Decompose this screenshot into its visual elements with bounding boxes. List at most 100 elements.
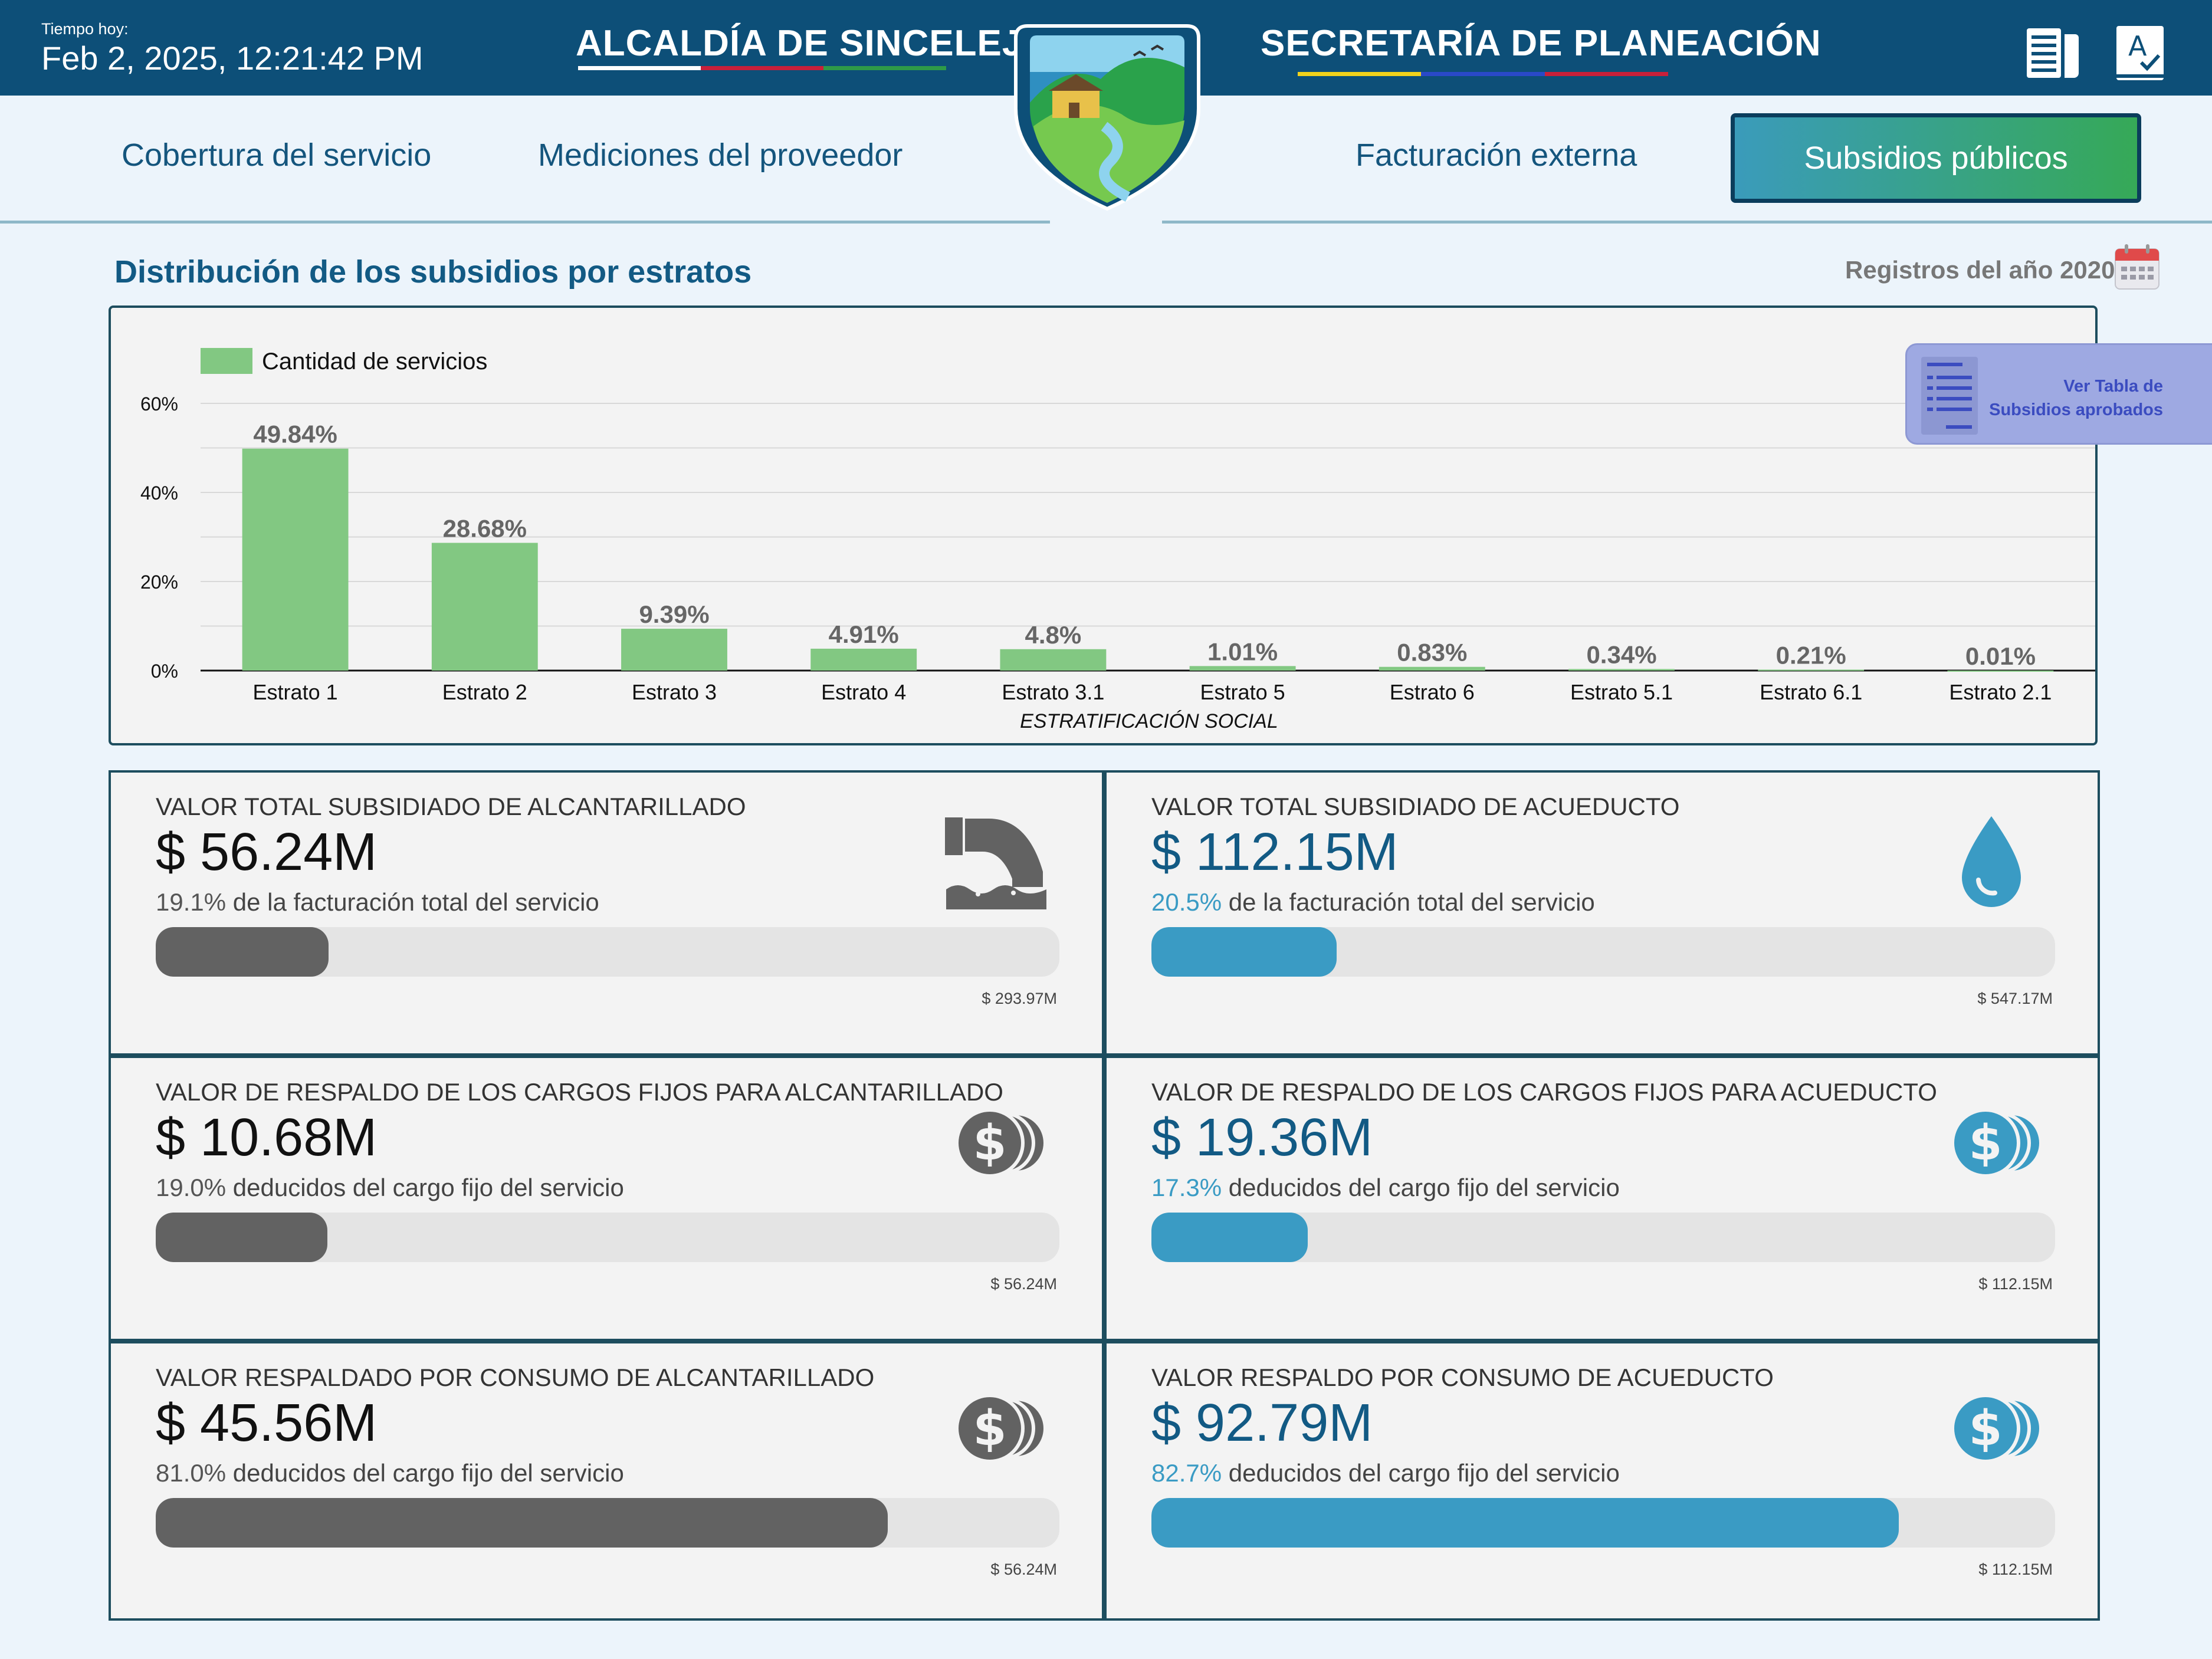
x-tick-label: Estrato 6.1: [1760, 680, 1862, 704]
data-label: 0.83%: [1397, 639, 1467, 666]
progress-bar-fill: [156, 1213, 328, 1262]
progress-bar: [156, 1213, 1059, 1262]
book-icon[interactable]: [2024, 24, 2083, 83]
kpi-card: VALOR DE RESPALDO DE LOS CARGOS FIJOS PA…: [1104, 1056, 2100, 1341]
card-subtitle: 81.0% deducidos del cargo fijo del servi…: [156, 1459, 624, 1487]
y-tick-label: 40%: [140, 482, 178, 504]
card-value: $ 19.36M: [1151, 1108, 1373, 1167]
spell-check-icon[interactable]: A: [2112, 24, 2171, 83]
card-description: deducidos del cargo fijo del servicio: [226, 1459, 624, 1487]
progress-bar: [156, 1498, 1059, 1548]
x-tick-label: Estrato 1: [253, 680, 338, 704]
card-subtitle: 82.7% deducidos del cargo fijo del servi…: [1151, 1459, 1620, 1487]
document-list-icon: [1919, 356, 1980, 436]
card-value: $ 45.56M: [156, 1394, 378, 1453]
card-value: $ 112.15M: [1151, 823, 1399, 882]
data-label: 4.8%: [1025, 621, 1082, 649]
coins-icon: $: [943, 1375, 1049, 1481]
bar[interactable]: [431, 543, 538, 671]
section-title: Distribución de los subsidios por estrat…: [114, 254, 752, 290]
coins-icon: $: [1938, 1375, 2044, 1481]
coins-icon: $: [1938, 1090, 2044, 1196]
ver-tabla-line2: Subsidios aprobados: [1989, 400, 2163, 419]
alcaldia-underline: [578, 66, 946, 70]
x-tick-label: Estrato 2.1: [1949, 680, 2052, 704]
card-total: $ 293.97M: [982, 990, 1057, 1007]
bar[interactable]: [1000, 649, 1107, 671]
card-subtitle: 19.0% deducidos del cargo fijo del servi…: [156, 1174, 624, 1202]
progress-bar-fill: [1151, 1498, 1899, 1548]
x-tick-label: Estrato 5: [1200, 680, 1285, 704]
card-subtitle: 17.3% deducidos del cargo fijo del servi…: [1151, 1174, 1620, 1202]
ver-tabla-subsidios-button[interactable]: Ver Tabla de Subsidios aprobados: [1905, 343, 2212, 445]
x-tick-label: Estrato 3.1: [1002, 680, 1104, 704]
card-title: VALOR DE RESPALDO DE LOS CARGOS FIJOS PA…: [1151, 1078, 1937, 1106]
card-title: VALOR TOTAL SUBSIDIADO DE ALCANTARILLADO: [156, 793, 746, 820]
progress-bar: [1151, 927, 2055, 977]
data-label: 9.39%: [639, 600, 709, 628]
y-tick-label: 20%: [140, 571, 178, 593]
bar[interactable]: [810, 648, 917, 671]
ver-tabla-label: Ver Tabla de Subsidios aprobados: [1980, 374, 2163, 422]
x-tick-label: Estrato 5.1: [1570, 680, 1673, 704]
card-percentage: 82.7%: [1151, 1459, 1222, 1487]
data-label: 4.91%: [829, 620, 899, 648]
subsidios-bar-chart: 49.84% Estrato 1 28.68% Estrato 2 9.39% Estra…: [140, 348, 2095, 732]
bar[interactable]: [1189, 666, 1296, 671]
progress-bar: [1151, 1498, 2055, 1548]
secretaria-underline: [1298, 72, 1668, 76]
svg-text:A: A: [2128, 30, 2147, 62]
tab-subsidios-publicos[interactable]: Subsidios públicos: [1731, 113, 2141, 203]
kpi-card: VALOR RESPALDO POR CONSUMO DE ACUEDUCTO …: [1104, 1341, 2100, 1621]
card-percentage: 81.0%: [156, 1459, 227, 1487]
x-tick-label: Estrato 6: [1390, 680, 1475, 704]
progress-bar: [156, 927, 1059, 977]
card-total: $ 56.24M: [990, 1275, 1057, 1293]
x-axis-title: ESTRATIFICACIÓN SOCIAL: [1020, 710, 1278, 732]
card-subtitle: 19.1% de la facturación total del servic…: [156, 888, 599, 916]
data-label: 49.84%: [253, 421, 337, 448]
card-total: $ 112.15M: [1978, 1275, 2053, 1293]
sewer-pipe-icon: [943, 804, 1049, 911]
card-total: $ 56.24M: [990, 1561, 1057, 1578]
progress-bar-fill: [1151, 927, 1337, 977]
data-label: 0.21%: [1776, 641, 1846, 669]
progress-bar: [1151, 1213, 2055, 1262]
water-drop-icon: [1938, 804, 2044, 911]
bar[interactable]: [1568, 669, 1675, 671]
progress-bar-fill: [1151, 1213, 1308, 1262]
svg-text:$: $: [973, 1401, 1006, 1457]
x-tick-label: Estrato 2: [442, 680, 527, 704]
coins-icon: $: [943, 1090, 1049, 1196]
sincelejo-shield-logo: [1010, 14, 1205, 215]
y-tick-label: 60%: [140, 393, 178, 415]
progress-bar-fill: [156, 927, 329, 977]
time-label: Tiempo hoy:: [41, 20, 129, 38]
card-title: VALOR TOTAL SUBSIDIADO DE ACUEDUCTO: [1151, 793, 1680, 820]
kpi-card: VALOR DE RESPALDO DE LOS CARGOS FIJOS PA…: [109, 1056, 1104, 1341]
bar[interactable]: [242, 448, 349, 671]
data-label: 28.68%: [443, 514, 527, 542]
bar[interactable]: [1758, 669, 1865, 671]
card-total: $ 547.17M: [1977, 990, 2053, 1007]
bar[interactable]: [1947, 670, 2054, 672]
card-percentage: 17.3%: [1151, 1174, 1222, 1201]
bar[interactable]: [621, 629, 727, 671]
alcaldia-title: ALCALDÍA DE SINCELEJO: [576, 23, 1052, 64]
calendar-icon[interactable]: [2112, 242, 2162, 293]
tab-facturacion-externa[interactable]: Facturación externa: [1356, 137, 1637, 173]
card-description: deducidos del cargo fijo del servicio: [1222, 1174, 1620, 1201]
data-label: 0.34%: [1586, 640, 1656, 668]
card-subtitle: 20.5% de la facturación total del servic…: [1151, 888, 1595, 916]
card-title: VALOR RESPALDADO POR CONSUMO DE ALCANTAR…: [156, 1364, 875, 1391]
progress-bar-fill: [156, 1498, 888, 1548]
card-value: $ 92.79M: [1151, 1394, 1373, 1453]
year-label: Registros del año 2020: [1845, 256, 2115, 284]
card-percentage: 20.5%: [1151, 888, 1222, 916]
svg-text:$: $: [973, 1115, 1006, 1171]
tab-mediciones-proveedor[interactable]: Mediciones del proveedor: [538, 137, 902, 173]
card-description: de la facturación total del servicio: [1222, 888, 1595, 916]
y-tick-label: 0%: [151, 661, 178, 682]
tab-cobertura-servicio[interactable]: Cobertura del servicio: [122, 137, 431, 173]
bar[interactable]: [1379, 666, 1485, 671]
